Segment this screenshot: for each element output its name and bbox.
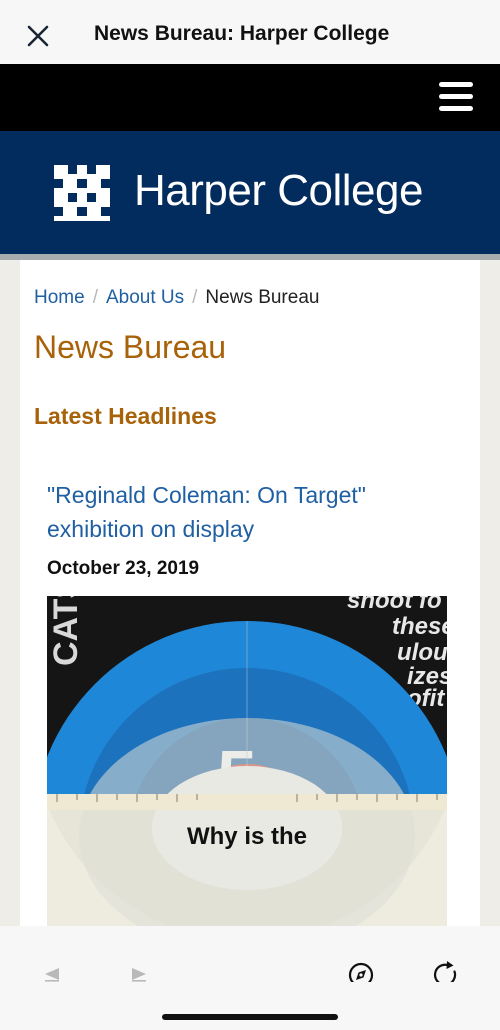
article-image[interactable]: CATS shoot fo these ulous izes ofit 5 [47,596,447,926]
svg-text:these: these [392,613,447,640]
collage-left-text: CATS [47,596,85,666]
breadcrumb-separator: / [92,287,98,308]
browser-page-title: News Bureau: Harper College [94,22,390,45]
section-title: Latest Headlines [34,403,217,429]
breadcrumb-home[interactable]: Home [34,287,85,308]
home-indicator [162,1014,338,1020]
breadcrumb-current: News Bureau [205,287,320,308]
article-headline-link[interactable]: "Reginald Coleman: On Target" exhibition… [47,478,447,546]
browser-title-bar: News Bureau: Harper College [0,0,500,64]
article-date: October 23, 2019 [47,558,200,579]
close-icon [27,25,49,47]
page-background: Home / About Us / News Bureau News Bureau La… [0,260,500,926]
target-collage-image: CATS shoot fo these ulous izes ofit 5 [47,596,447,926]
main-content: Home / About Us / News Bureau News Bureau La… [20,260,480,926]
breadcrumb-about-us[interactable]: About Us [106,287,184,308]
hamburger-menu-icon [439,82,473,111]
site-brand-name[interactable]: Harper College [134,166,423,216]
forward-button[interactable] [118,942,158,982]
menu-button[interactable] [436,78,476,118]
reload-icon [433,961,457,982]
harper-logo-link[interactable] [54,165,110,221]
reload-button[interactable] [426,942,466,982]
site-header: Harper College [0,131,500,255]
open-in-browser-button[interactable] [341,942,381,982]
back-button[interactable] [33,942,73,982]
breadcrumb-separator: / [192,287,198,308]
back-arrow-icon [45,968,59,982]
svg-text:shoot fo: shoot fo [347,596,442,614]
forward-arrow-icon [132,968,146,982]
browser-toolbar [0,926,500,1030]
close-button[interactable] [18,16,58,56]
svg-text:CATS: CATS [47,596,85,666]
site-top-nav [0,64,500,131]
breadcrumb: Home / About Us / News Bureau [34,287,319,309]
compass-icon [348,962,374,982]
page-title: News Bureau [34,329,227,365]
harper-logo-icon [54,165,110,221]
svg-text:ulous: ulous [397,639,447,666]
collage-caption-text: Why is the [187,823,307,850]
